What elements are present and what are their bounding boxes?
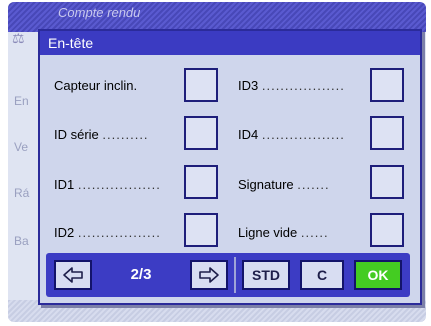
dialog-footer: 2/3 STD C OK [46, 253, 410, 297]
checkbox-id1[interactable] [184, 165, 218, 199]
background-label: En [14, 94, 29, 108]
option-label-capteur: Capteur inclin. [54, 78, 138, 93]
option-label-id2: ID2 .................. [54, 225, 161, 240]
checkbox-id3[interactable] [370, 68, 404, 102]
footer-separator [234, 257, 236, 293]
dialog-title: En-tête [40, 31, 420, 55]
option-label-id1: ID1 .................. [54, 177, 161, 192]
background-title-bar: Compte rendu [8, 2, 426, 32]
arrow-left-icon [63, 267, 83, 283]
background-label: Ve [14, 140, 29, 154]
checkbox-id2[interactable] [184, 213, 218, 247]
background-title: Compte rendu [58, 5, 141, 20]
std-button[interactable]: STD [242, 260, 290, 290]
clear-button[interactable]: C [300, 260, 344, 290]
page-indicator: 2/3 [130, 266, 152, 283]
checkbox-id-serie[interactable] [184, 116, 218, 150]
option-label-signature: Signature ....... [238, 177, 330, 192]
arrow-right-icon [199, 267, 219, 283]
background-label: Ba [14, 234, 29, 248]
option-label-ligne-vide: Ligne vide ...... [238, 225, 329, 240]
option-label-id-serie: ID série .......... [54, 127, 149, 142]
header-dialog: En-tête Capteur inclin. ID série .......… [38, 29, 422, 305]
ok-button[interactable]: OK [354, 260, 402, 290]
checkbox-capteur-inclin[interactable] [184, 68, 218, 102]
balance-icon: ⚖ [12, 30, 25, 46]
checkbox-signature[interactable] [370, 165, 404, 199]
next-page-button[interactable] [190, 260, 228, 290]
option-label-id4: ID4 .................. [238, 127, 345, 142]
checkbox-id4[interactable] [370, 116, 404, 150]
option-label-id3: ID3 .................. [238, 78, 345, 93]
previous-page-button[interactable] [54, 260, 92, 290]
background-label: Rá [14, 186, 30, 200]
checkbox-ligne-vide[interactable] [370, 213, 404, 247]
